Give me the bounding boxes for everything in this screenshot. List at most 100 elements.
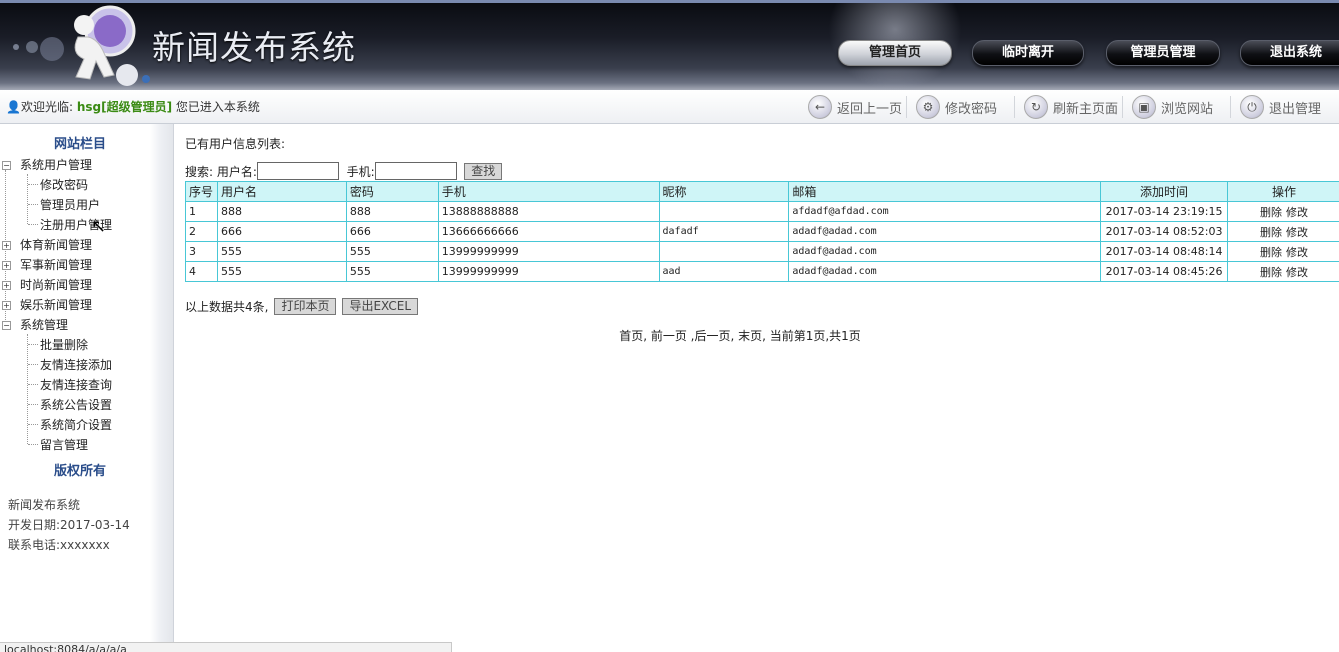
- expand-toggle-icon[interactable]: +: [2, 241, 11, 250]
- sidebar-item-batch-delete[interactable]: 批量删除: [40, 336, 88, 354]
- export-excel-button[interactable]: 导出EXCEL: [342, 298, 419, 315]
- row-index: 3: [185, 241, 218, 262]
- sidebar-group-entertainment-news[interactable]: 娱乐新闻管理: [20, 296, 92, 314]
- sidebar-item-admin-users[interactable]: 管理员用户: [40, 196, 100, 214]
- sidebar-group-system-management[interactable]: 系统管理: [20, 316, 68, 334]
- sidebar: 网站栏目 − 系统用户管理 修改密码 管理员用户 注册用户管理 + 体育新闻管理…: [0, 124, 174, 652]
- refresh-main-label: 刷新主页面: [1053, 101, 1119, 117]
- cell-username: 555: [216, 261, 347, 282]
- contact-phone: 联系电话:xxxxxxx: [8, 536, 110, 553]
- sidebar-item-message-management[interactable]: 留言管理: [40, 436, 88, 454]
- table-header-row: 序号 用户名 密码 手机 昵称 邮箱 添加时间 操作: [185, 181, 1339, 202]
- cell-email: adadf@adad.com: [788, 221, 1102, 242]
- copyright-title: 版权所有: [53, 464, 106, 479]
- sidebar-item-change-password[interactable]: 修改密码: [40, 176, 88, 194]
- cell-username: 555: [216, 241, 347, 262]
- sidebar-group-sports-news[interactable]: 体育新闻管理: [20, 236, 92, 254]
- expand-toggle-icon[interactable]: +: [2, 261, 11, 270]
- edit-link[interactable]: 修改: [1286, 226, 1308, 239]
- cell-nickname: dafadf: [658, 221, 790, 242]
- delete-link[interactable]: 删除: [1260, 266, 1282, 279]
- delete-link[interactable]: 删除: [1260, 206, 1282, 219]
- delete-link[interactable]: 删除: [1260, 246, 1282, 259]
- expand-toggle-icon[interactable]: +: [2, 281, 11, 290]
- edit-link[interactable]: 修改: [1286, 266, 1308, 279]
- dev-date-label: 开发日期:: [8, 518, 61, 532]
- tree-line: [28, 424, 38, 425]
- edit-link[interactable]: 修改: [1286, 206, 1308, 219]
- search-button[interactable]: 查找: [464, 162, 503, 180]
- key-icon: ⚙: [916, 95, 940, 119]
- cell-operations: 删除 修改: [1227, 261, 1339, 282]
- cell-operations: 删除 修改: [1227, 221, 1339, 242]
- search-form: 搜索: 用户名: 手机: 查找: [185, 162, 503, 180]
- sidebar-item-query-link[interactable]: 友情连接查询: [40, 376, 112, 394]
- collapse-toggle-icon[interactable]: −: [2, 321, 11, 330]
- pagination[interactable]: 首页, 前一页 ,后一页, 末页, 当前第1页,共1页: [175, 327, 1305, 344]
- sidebar-item-intro-settings[interactable]: 系统简介设置: [40, 416, 112, 434]
- toolbar-divider: [1122, 96, 1123, 118]
- tree-line: [28, 184, 38, 185]
- refresh-icon: ↻: [1024, 95, 1048, 119]
- column-header: 密码: [345, 181, 439, 202]
- column-header: 邮箱: [788, 181, 1102, 202]
- sidebar-group-fashion-news[interactable]: 时尚新闻管理: [20, 276, 92, 294]
- sidebar-item-add-link[interactable]: 友情连接添加: [40, 356, 112, 374]
- cell-phone: 13999999999: [437, 261, 660, 282]
- phone-search-input[interactable]: [374, 162, 457, 180]
- nav-admin-home-button[interactable]: 管理首页: [838, 40, 952, 66]
- table-row: 2 666 666 13666666666 dafadf adadf@adad.…: [185, 221, 1339, 242]
- header-banner: 新闻发布系统 管理首页 临时离开 管理员管理 退出系统: [0, 0, 1339, 91]
- edit-link[interactable]: 修改: [1286, 246, 1308, 259]
- search-label: 搜索:: [185, 164, 214, 179]
- delete-link[interactable]: 删除: [1260, 226, 1282, 239]
- cell-password: 666: [345, 221, 439, 242]
- toolbar-divider: [1014, 96, 1015, 118]
- expand-toggle-icon[interactable]: +: [2, 301, 11, 310]
- table-row: 1 888 888 13888888888 afdadf@afdad.com 2…: [185, 201, 1339, 222]
- app-title: 新闻发布系统: [152, 28, 356, 67]
- tree-line: [28, 344, 38, 345]
- logout-button[interactable]: ⏻ 退出管理: [1240, 94, 1321, 120]
- sidebar-group-military-news[interactable]: 军事新闻管理: [20, 256, 92, 274]
- sidebar-item-announcement-settings[interactable]: 系统公告设置: [40, 396, 112, 414]
- cell-phone: 13999999999: [437, 241, 660, 262]
- dev-date: 开发日期:2017-03-14: [8, 516, 130, 533]
- cell-phone: 13666666666: [437, 221, 660, 242]
- mouse-pointer-icon: ↖: [91, 216, 107, 237]
- column-header: 序号: [185, 181, 218, 202]
- table-footer: 以上数据共4条, 打印本页 导出EXCEL: [185, 298, 419, 315]
- column-header: 昵称: [658, 181, 790, 202]
- user-list-title: 已有用户信息列表:: [185, 137, 286, 151]
- print-page-button[interactable]: 打印本页: [274, 298, 337, 315]
- change-password-button[interactable]: ⚙ 修改密码: [916, 94, 997, 120]
- phone-value: xxxxxxx: [60, 538, 110, 552]
- cell-email: adadf@adad.com: [788, 241, 1102, 262]
- user-table: 序号 用户名 密码 手机 昵称 邮箱 添加时间 操作 1 888 888 138…: [185, 181, 1339, 282]
- nav-admin-management-button[interactable]: 管理员管理: [1106, 40, 1220, 66]
- row-index: 1: [185, 201, 218, 222]
- cell-phone: 13888888888: [437, 201, 660, 222]
- table-row: 4 555 555 13999999999 aad adadf@adad.com…: [185, 261, 1339, 282]
- collapse-toggle-icon[interactable]: −: [2, 161, 11, 170]
- column-header: 操作: [1227, 181, 1339, 202]
- tree-line: [28, 204, 38, 205]
- main-content: 已有用户信息列表: 搜索: 用户名: 手机: 查找 序号 用户名 密码 手机 昵…: [175, 124, 1339, 652]
- username-label: 用户名:: [216, 164, 257, 179]
- cell-nickname: [658, 201, 790, 222]
- sidebar-group-user-management[interactable]: 系统用户管理: [20, 156, 92, 174]
- nav-temporary-leave-button[interactable]: 临时离开: [972, 40, 1084, 66]
- tree-line: [28, 224, 38, 225]
- browse-site-button[interactable]: ▣ 浏览网站: [1132, 94, 1213, 120]
- cell-password: 888: [345, 201, 439, 222]
- cell-email: adadf@adad.com: [788, 261, 1102, 282]
- row-index: 2: [185, 221, 218, 242]
- table-row: 3 555 555 13999999999 adadf@adad.com 201…: [185, 241, 1339, 262]
- back-button[interactable]: ← 返回上一页: [808, 94, 902, 120]
- username-search-input[interactable]: [256, 162, 339, 180]
- current-user: hsg[超级管理员]: [76, 100, 173, 114]
- column-header: 手机: [437, 181, 660, 202]
- record-count: 以上数据共4条,: [185, 300, 269, 314]
- nav-exit-system-button[interactable]: 退出系统: [1240, 40, 1339, 66]
- refresh-main-button[interactable]: ↻ 刷新主页面: [1024, 94, 1118, 120]
